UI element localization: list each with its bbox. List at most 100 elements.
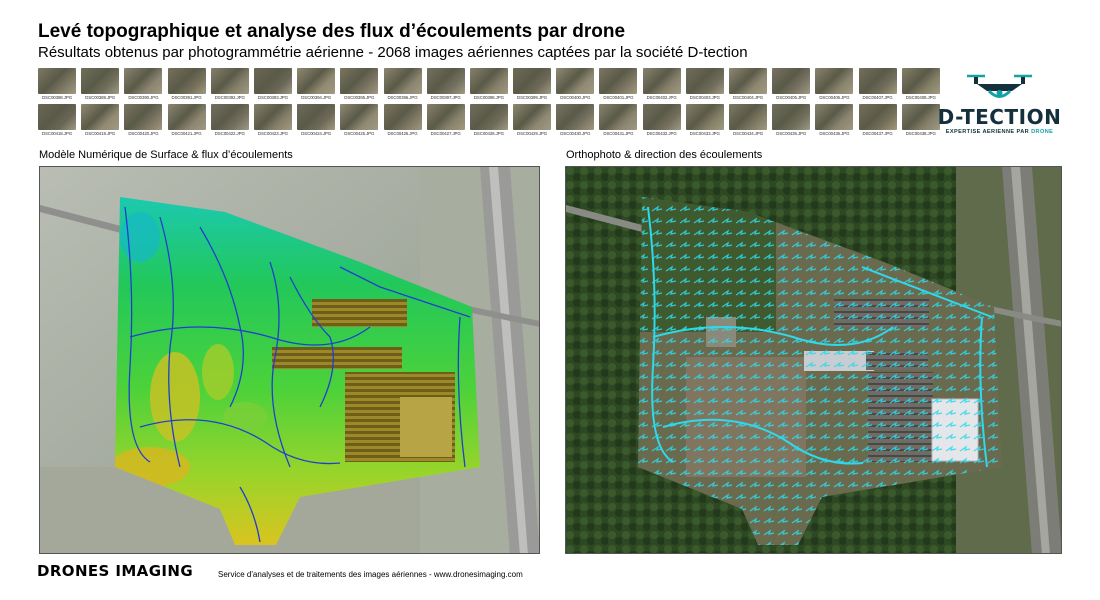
thumbnail-item[interactable]: DSC00395.JPG — [340, 68, 379, 100]
dsm-map-panel — [39, 166, 540, 554]
thumbnail-item[interactable]: DSC00437.JPG — [858, 104, 897, 136]
thumbnail-item[interactable]: DSC00388.JPG — [38, 68, 76, 100]
thumbnail-image — [858, 68, 897, 94]
thumbnail-filename: DSC00437.JPG — [862, 131, 893, 136]
thumbnail-image — [556, 68, 595, 94]
thumbnail-filename: DSC00392.JPG — [214, 95, 245, 100]
thumbnail-image — [124, 68, 163, 94]
thumbnail-item[interactable]: DSC00432.JPG — [642, 104, 681, 136]
thumbnail-item[interactable]: DSC00425.JPG — [340, 104, 379, 136]
thumbnail-item[interactable]: DSC00428.JPG — [469, 104, 508, 136]
thumbnail-item[interactable]: DSC00433.JPG — [685, 104, 724, 136]
thumbnail-image — [858, 104, 897, 130]
thumbnail-item[interactable]: DSC00406.JPG — [815, 68, 854, 100]
thumbnail-image — [383, 68, 422, 94]
thumbnail-image — [556, 104, 595, 130]
thumbnail-item[interactable]: DSC00391.JPG — [167, 68, 206, 100]
thumbnail-item[interactable]: DSC00426.JPG — [383, 104, 422, 136]
thumbnail-item[interactable]: DSC00422.JPG — [210, 104, 249, 136]
thumbnail-image — [685, 104, 724, 130]
thumbnail-filename: DSC00391.JPG — [171, 95, 202, 100]
thumbnail-item[interactable]: DSC00423.JPG — [253, 104, 292, 136]
thumbnail-item[interactable]: DSC00421.JPG — [167, 104, 206, 136]
thumbnail-filename: DSC00419.JPG — [85, 131, 116, 136]
thumbnail-item[interactable]: DSC00435.JPG — [772, 104, 811, 136]
thumbnail-item[interactable]: DSC00401.JPG — [599, 68, 638, 100]
thumbnail-item[interactable]: DSC00429.JPG — [513, 104, 552, 136]
thumbnail-filename: DSC00427.JPG — [430, 131, 461, 136]
thumbnail-item[interactable]: DSC00431.JPG — [599, 104, 638, 136]
thumbnail-image — [167, 68, 206, 94]
thumbnail-filename: DSC00418.JPG — [41, 131, 73, 136]
thumbnail-item[interactable]: DSC00430.JPG — [556, 104, 595, 136]
thumbnail-image — [815, 104, 854, 130]
thumbnail-item[interactable]: DSC00400.JPG — [556, 68, 595, 100]
thumbnail-image — [599, 104, 638, 130]
thumbnail-filename: DSC00433.JPG — [689, 131, 720, 136]
thumbnail-image — [815, 68, 854, 94]
thumbnail-item[interactable]: DSC00397.JPG — [426, 68, 465, 100]
orthophoto-map-image — [566, 167, 1061, 553]
thumbnail-item[interactable]: DSC00402.JPG — [642, 68, 681, 100]
thumbnail-item[interactable]: DSC00404.JPG — [729, 68, 767, 100]
footer-text: Service d'analyses et de traitements des… — [218, 570, 523, 579]
drones-imaging-brand: DRONES IMAGING — [37, 562, 194, 580]
thumbnail-filename: DSC00390.JPG — [128, 95, 159, 100]
thumbnail-image — [253, 68, 292, 94]
thumbnail-item[interactable]: DSC00408.JPG — [901, 68, 940, 100]
thumbnail-filename: DSC00403.JPG — [689, 95, 720, 100]
thumbnail-item[interactable]: DSC00390.JPG — [124, 68, 163, 100]
thumbnail-row-1: DSC00388.JPG DSC00389.JPG DSC00390.JPG DSC0… — [38, 68, 940, 100]
thumbnail-item[interactable]: DSC00403.JPG — [685, 68, 724, 100]
thumbnail-item[interactable]: DSC00427.JPG — [426, 104, 465, 136]
thumbnail-image — [297, 104, 336, 130]
thumbnail-item[interactable]: DSC00389.JPG — [81, 68, 120, 100]
thumbnail-image — [38, 104, 76, 130]
thumbnail-strip: DSC00388.JPG DSC00389.JPG DSC00390.JPG DSC0… — [38, 68, 940, 140]
thumbnail-filename: DSC00430.JPG — [560, 131, 591, 136]
thumbnail-filename: DSC00429.JPG — [517, 131, 548, 136]
thumbnail-image — [383, 104, 422, 130]
thumbnail-item[interactable]: DSC00399.JPG — [513, 68, 552, 100]
thumbnail-item[interactable]: DSC00394.JPG — [297, 68, 336, 100]
thumbnail-image — [642, 68, 681, 94]
thumbnail-filename: DSC00400.JPG — [560, 95, 591, 100]
thumbnail-filename: DSC00435.JPG — [776, 131, 807, 136]
panel-label-orthophoto: Orthophoto & direction des écoulements — [566, 149, 763, 161]
thumbnail-image — [426, 104, 465, 130]
thumbnail-filename: DSC00432.JPG — [646, 131, 677, 136]
thumbnail-item[interactable]: DSC00434.JPG — [729, 104, 767, 136]
thumbnail-item[interactable]: DSC00438.JPG — [901, 104, 940, 136]
thumbnail-image — [729, 104, 767, 130]
thumbnail-item[interactable]: DSC00392.JPG — [210, 68, 249, 100]
thumbnail-item[interactable]: DSC00420.JPG — [124, 104, 163, 136]
thumbnail-item[interactable]: DSC00407.JPG — [858, 68, 897, 100]
thumbnail-item[interactable]: DSC00393.JPG — [253, 68, 292, 100]
thumbnail-filename: DSC00389.JPG — [85, 95, 116, 100]
thumbnail-filename: DSC00402.JPG — [646, 95, 677, 100]
thumbnail-filename: DSC00398.JPG — [473, 95, 504, 100]
thumbnail-filename: DSC00421.JPG — [171, 131, 202, 136]
thumbnail-filename: DSC00420.JPG — [128, 131, 159, 136]
dsm-map-image — [40, 167, 539, 553]
thumbnail-filename: DSC00434.JPG — [732, 131, 764, 136]
drone-icon — [967, 74, 1032, 98]
thumbnail-filename: DSC00404.JPG — [732, 95, 764, 100]
thumbnail-item[interactable]: DSC00398.JPG — [469, 68, 508, 100]
thumbnail-image — [426, 68, 465, 94]
thumbnail-item[interactable]: DSC00419.JPG — [81, 104, 120, 136]
thumbnail-item[interactable]: DSC00436.JPG — [815, 104, 854, 136]
thumbnail-item[interactable]: DSC00424.JPG — [297, 104, 336, 136]
thumbnail-item[interactable]: DSC00418.JPG — [38, 104, 76, 136]
thumbnail-filename: DSC00422.JPG — [214, 131, 245, 136]
thumbnail-item[interactable]: DSC00405.JPG — [772, 68, 811, 100]
thumbnail-image — [685, 68, 724, 94]
thumbnail-image — [901, 104, 940, 130]
thumbnail-image — [38, 68, 76, 94]
orthophoto-map-panel — [565, 166, 1062, 554]
thumbnail-filename: DSC00394.JPG — [301, 95, 332, 100]
thumbnail-image — [253, 104, 292, 130]
thumbnail-image — [340, 104, 379, 130]
thumbnail-image — [772, 104, 811, 130]
thumbnail-item[interactable]: DSC00396.JPG — [383, 68, 422, 100]
